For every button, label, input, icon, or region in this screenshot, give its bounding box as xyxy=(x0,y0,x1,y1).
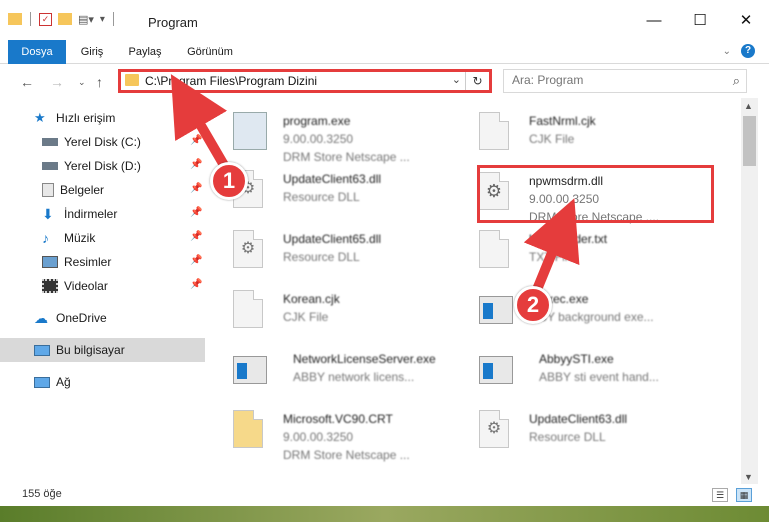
step-2-badge: 2 xyxy=(514,286,552,324)
arrow-step-1 xyxy=(170,74,233,177)
annotation-arrows xyxy=(170,74,580,297)
arrow-step-2 xyxy=(523,198,580,297)
explorer-window: ✓ ▤▾ ▾ Program — ☐ ✕ Dosya Giriş Paylaş … xyxy=(0,0,769,522)
step-1-badge: 1 xyxy=(210,162,248,200)
